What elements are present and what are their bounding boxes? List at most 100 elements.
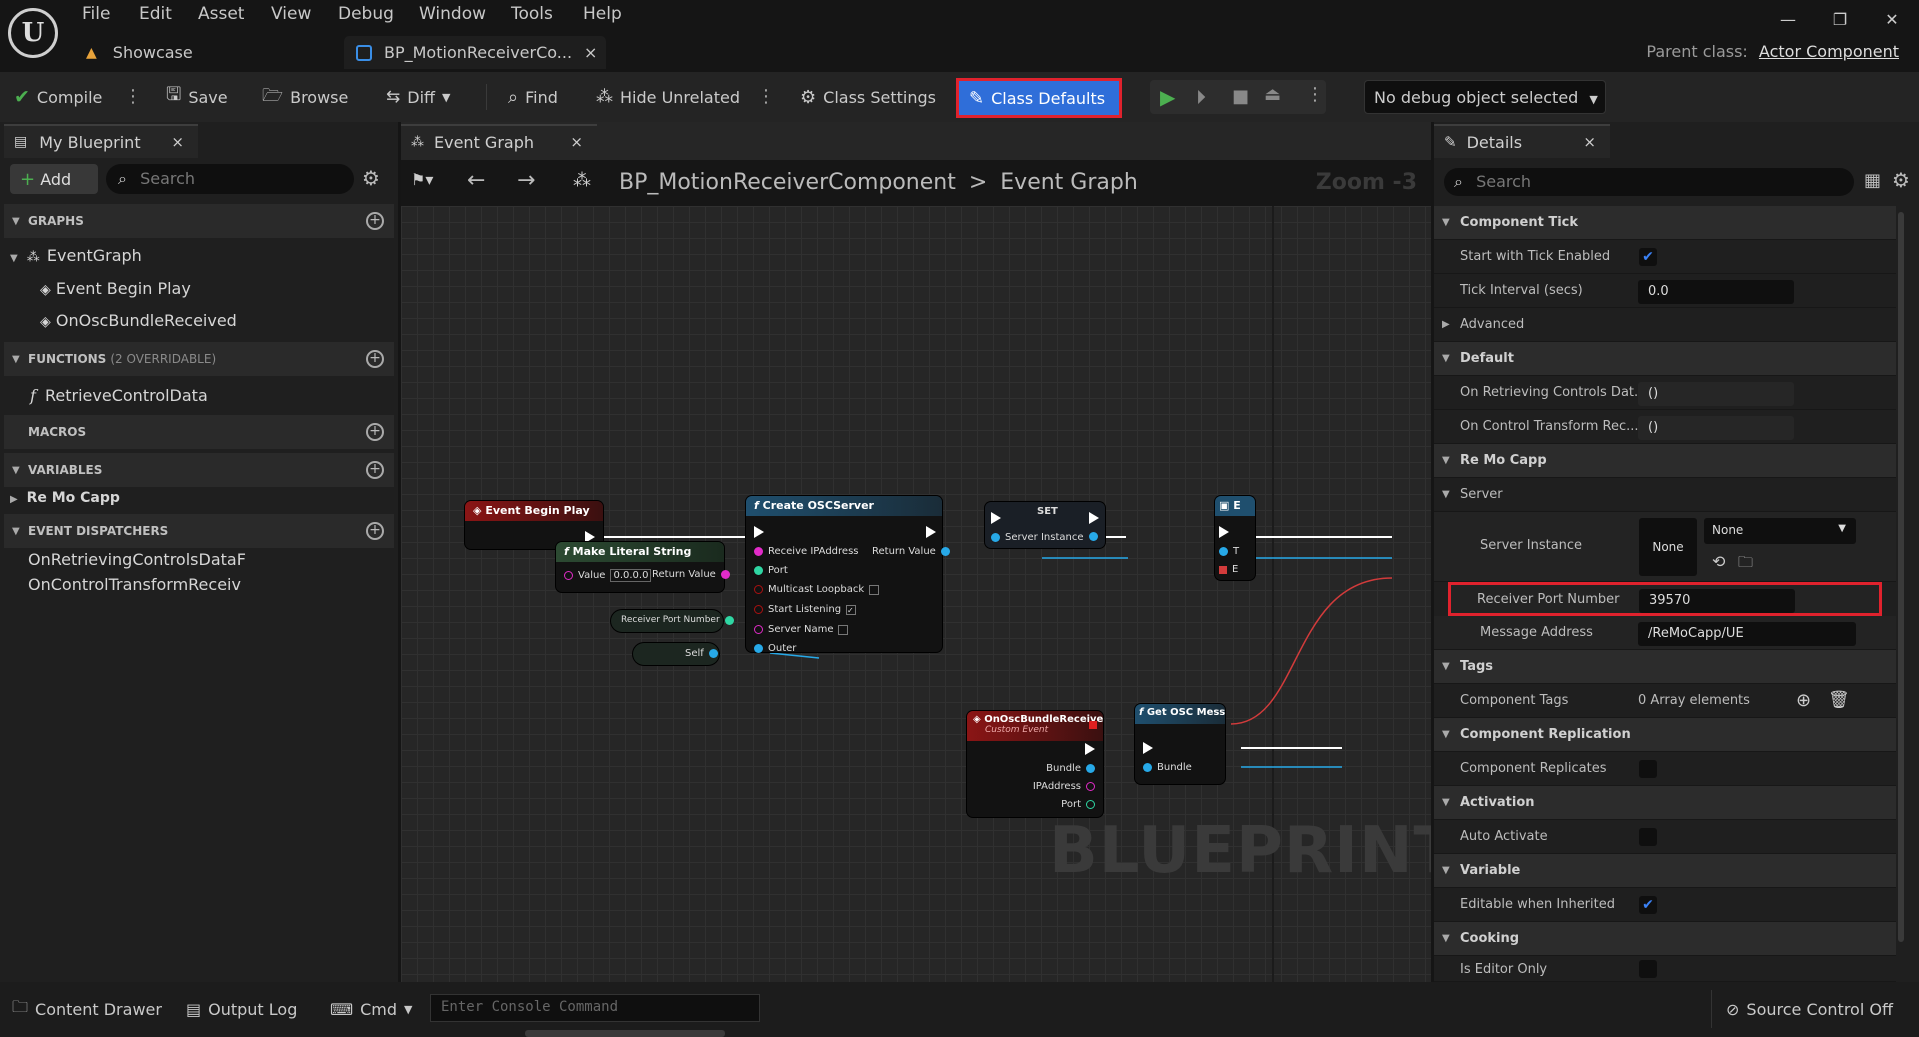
add-variable-icon[interactable]: +: [366, 461, 384, 479]
row-advanced[interactable]: ▶ Advanced: [1434, 308, 1896, 342]
dispatcher-item[interactable]: OnControlTransformReceiv: [28, 575, 241, 594]
add-button[interactable]: + Add: [10, 164, 98, 194]
server-instance-pin[interactable]: Server Instance: [991, 532, 1084, 543]
server-instance-dropdown[interactable]: None ▼: [1704, 518, 1856, 544]
unreal-logo-icon[interactable]: U: [8, 8, 58, 58]
menu-help[interactable]: Help: [583, 4, 622, 26]
trash-icon[interactable]: 🗑: [1828, 690, 1850, 710]
variable-item-remocapp[interactable]: ▶ Re Mo Capp: [10, 490, 120, 506]
on-retrieving-value[interactable]: (): [1638, 382, 1794, 406]
return-value-pin[interactable]: Return Value: [652, 569, 730, 580]
section-activation[interactable]: ▼ Activation: [1434, 786, 1896, 820]
save-button[interactable]: 🖫 Save: [160, 80, 234, 114]
start-listening-pin[interactable]: Start Listening ✓: [754, 604, 857, 615]
outer-pin[interactable]: Outer: [754, 643, 796, 654]
details-scrollbar[interactable]: [1898, 212, 1904, 942]
section-component-tick[interactable]: ▼ Component Tick: [1434, 206, 1896, 240]
exec-in-pin[interactable]: [1143, 742, 1153, 754]
use-selected-icon[interactable]: ⟲: [1712, 552, 1725, 571]
forward-arrow-icon[interactable]: →: [517, 168, 535, 193]
menu-file[interactable]: File: [82, 4, 110, 26]
settings-gear-icon[interactable]: ⚙: [362, 166, 380, 190]
section-event-dispatchers[interactable]: ▼ EVENT DISPATCHERS +: [4, 514, 394, 548]
node-get-osc-messages[interactable]: f Get OSC Mess Bundle: [1135, 704, 1225, 784]
section-variables[interactable]: ▼ VARIABLES +: [4, 453, 394, 487]
tab-showcase[interactable]: ▲ Showcase: [86, 36, 336, 69]
play-icon[interactable]: ▶: [1160, 85, 1175, 109]
close-window-icon[interactable]: ✕: [1872, 6, 1912, 34]
menu-asset[interactable]: Asset: [198, 4, 244, 26]
node-create-oscserver[interactable]: f Create OSCServer Receive IPAddress Ret…: [746, 496, 950, 654]
multicast-loopback-pin[interactable]: Multicast Loopback: [754, 584, 880, 595]
add-element-icon[interactable]: ⊕: [1796, 690, 1811, 711]
tab-event-graph[interactable]: ⁂ Event Graph ×: [401, 124, 597, 158]
text-field[interactable]: [838, 624, 849, 635]
port-pin[interactable]: Port: [1061, 799, 1095, 810]
browse-button[interactable]: 🗁 Browse: [256, 80, 354, 114]
node-self[interactable]: Self: [633, 643, 719, 665]
ipaddress-pin[interactable]: IPAddress: [1033, 781, 1095, 792]
exec-out-pin[interactable]: [1089, 512, 1099, 524]
browse-folder-icon[interactable]: 🗀: [1738, 552, 1753, 577]
tab-my-blueprint[interactable]: ▤ My Blueprint ×: [4, 124, 198, 158]
horizontal-scrollbar[interactable]: [525, 1030, 725, 1037]
section-cooking[interactable]: ▼ Cooking: [1434, 922, 1896, 956]
eject-icon[interactable]: ⏏: [1264, 84, 1281, 105]
details-search-input[interactable]: ⌕ Search: [1444, 168, 1854, 196]
editable-inherited-checkbox[interactable]: ✔: [1639, 896, 1657, 914]
compile-button[interactable]: ✔ Compile: [8, 80, 108, 114]
parent-class-link[interactable]: Actor Component: [1759, 42, 1899, 61]
object-pin-icon[interactable]: [1089, 532, 1098, 541]
diff-button[interactable]: ⇆ Diff ▼: [380, 80, 457, 114]
server-instance-thumbnail[interactable]: None: [1639, 518, 1697, 576]
class-settings-button[interactable]: ⚙ Class Settings: [794, 80, 942, 114]
graph-item-event-begin-play[interactable]: ◈ Event Begin Play: [40, 279, 191, 298]
row-server[interactable]: ▼ Server: [1434, 478, 1896, 512]
exec-in-pin[interactable]: [1219, 526, 1229, 538]
function-item-retrievecontroldata[interactable]: f RetrieveControlData: [30, 386, 208, 405]
node-receiver-port-number[interactable]: Receiver Port Number: [611, 610, 734, 632]
back-arrow-icon[interactable]: ←: [467, 168, 485, 193]
tab-details[interactable]: ✎ Details ×: [1434, 124, 1610, 158]
section-tags[interactable]: ▼ Tags: [1434, 650, 1896, 684]
target-pin[interactable]: T: [1219, 546, 1239, 557]
server-name-pin[interactable]: Server Name: [754, 624, 849, 635]
start-tick-checkbox[interactable]: ✔: [1639, 248, 1657, 266]
delegate-pin-icon[interactable]: [1089, 721, 1097, 729]
cmd-dropdown[interactable]: ⌨ Cmd ▼: [320, 992, 422, 1026]
add-dispatcher-icon[interactable]: +: [366, 522, 384, 540]
section-variable[interactable]: ▼ Variable: [1434, 854, 1896, 888]
settings-gear-icon[interactable]: ⚙: [1892, 168, 1910, 192]
step-icon[interactable]: ⏵: [1196, 85, 1206, 109]
message-address-input[interactable]: /ReMoCapp/UE: [1638, 622, 1856, 646]
value-input[interactable]: 0.0.0.0: [610, 569, 652, 582]
console-command-input[interactable]: Enter Console Command: [430, 994, 760, 1022]
bookmark-icon[interactable]: ⚑▾: [411, 170, 433, 189]
on-control-value[interactable]: (): [1638, 416, 1794, 440]
exec-in-pin[interactable]: [754, 526, 764, 538]
class-defaults-button[interactable]: ✎ Class Defaults: [956, 78, 1122, 118]
breadcrumb-root[interactable]: BP_MotionReceiverComponent: [619, 170, 956, 195]
source-control-button[interactable]: ⊘ Source Control Off: [1716, 992, 1903, 1026]
menu-tools[interactable]: Tools: [511, 4, 553, 26]
node-make-literal-string[interactable]: f Make Literal String Value 0.0.0.0 Retu…: [556, 542, 730, 592]
replicates-checkbox[interactable]: [1639, 760, 1657, 778]
menu-window[interactable]: Window: [419, 4, 486, 26]
section-default[interactable]: ▼ Default: [1434, 342, 1896, 376]
play-options-icon[interactable]: ⋮: [1306, 84, 1324, 105]
tick-interval-input[interactable]: 0.0: [1638, 280, 1794, 304]
add-graph-icon[interactable]: +: [366, 212, 384, 230]
menu-view[interactable]: View: [271, 4, 311, 26]
add-function-icon[interactable]: +: [366, 350, 384, 368]
return-value-pin[interactable]: Return Value: [872, 546, 950, 557]
graph-canvas[interactable]: ◈ Event Begin Play f Make Literal String…: [401, 206, 1431, 982]
section-graphs[interactable]: ▼ GRAPHS +: [4, 204, 394, 238]
node-partial-offscreen[interactable]: ▣ E T E: [1215, 496, 1255, 580]
editor-only-checkbox[interactable]: [1639, 960, 1657, 978]
receiver-port-input[interactable]: 39570: [1639, 589, 1795, 613]
hide-unrelated-button[interactable]: ⁂ Hide Unrelated: [590, 80, 746, 114]
find-button[interactable]: ⌕ Find: [502, 80, 564, 114]
section-remocapp[interactable]: ▼ Re Mo Capp: [1434, 444, 1896, 478]
exec-in-pin[interactable]: [991, 512, 1001, 524]
menu-edit[interactable]: Edit: [139, 4, 172, 26]
